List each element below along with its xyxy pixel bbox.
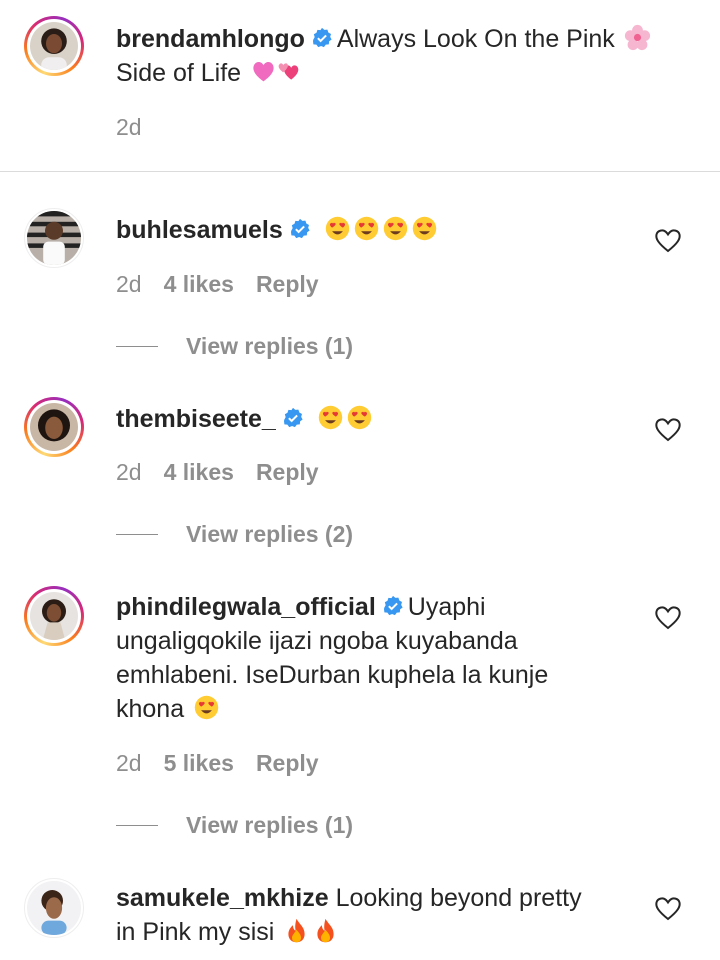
- like-heart-icon[interactable]: [654, 227, 682, 253]
- comment-likes[interactable]: 5 likes: [164, 750, 234, 777]
- avatar-phindilegwala[interactable]: [24, 586, 84, 646]
- comment-text: samukele_mkhize Looking beyond pretty in…: [116, 881, 636, 949]
- comment-body-line2: in Pink my sisi: [116, 918, 275, 946]
- view-replies-button[interactable]: View replies (2): [116, 521, 353, 548]
- avatar-brendamhlongo[interactable]: [24, 16, 84, 76]
- comment-text: phindilegwala_official Uyaphi ungaligqoki…: [116, 590, 636, 726]
- comment-body-line3: emhlabeni. IseDurban kuphela la kunje: [116, 661, 549, 689]
- verified-badge-icon: [282, 407, 304, 429]
- view-replies-label: View replies (2): [186, 521, 354, 547]
- view-replies-label: View replies (1): [186, 812, 354, 838]
- revolving-hearts-icon: [275, 58, 302, 85]
- view-replies-button[interactable]: View replies (1): [116, 812, 353, 839]
- caption-body: Always Look On the Pink: [336, 25, 615, 53]
- like-heart-icon[interactable]: [654, 604, 682, 630]
- comment-username[interactable]: phindilegwala_official: [116, 593, 376, 621]
- caption-username[interactable]: brendamhlongo: [116, 25, 305, 53]
- reply-button[interactable]: Reply: [256, 750, 319, 777]
- comment-body-line2: ungaligqokile ijazi ngoba kuyabanda: [116, 627, 518, 655]
- comment-text: buhlesamuels: [116, 213, 636, 247]
- comment-username[interactable]: buhlesamuels: [116, 216, 283, 244]
- comment-likes[interactable]: 4 likes: [164, 271, 234, 298]
- replies-line: [116, 534, 158, 535]
- view-replies-button[interactable]: View replies (1): [116, 333, 353, 360]
- verified-badge-icon: [382, 595, 404, 617]
- comment-time: 2d: [116, 459, 142, 485]
- comment-time: 2d: [116, 750, 142, 776]
- heart-eyes-icon: [353, 215, 380, 242]
- like-heart-icon[interactable]: [654, 416, 682, 442]
- comment-body: Looking beyond pretty: [335, 884, 582, 912]
- view-replies-label: View replies (1): [186, 333, 354, 359]
- comment-time: 2d: [116, 271, 142, 297]
- comment-body-line4: khona: [116, 695, 185, 723]
- profile-photo: [30, 22, 78, 70]
- caption-meta: 2d: [116, 114, 142, 141]
- profile-photo: [30, 592, 78, 640]
- replies-line: [116, 825, 158, 826]
- caption-divider: [0, 171, 720, 172]
- heart-eyes-icon: [317, 404, 344, 431]
- reply-button[interactable]: Reply: [256, 271, 319, 298]
- comment-username[interactable]: samukele_mkhize: [116, 884, 329, 912]
- heart-eyes-icon: [411, 215, 438, 242]
- reply-button[interactable]: Reply: [256, 459, 319, 486]
- caption-text: brendamhlongo Always Look On the Pink Sid…: [116, 22, 696, 90]
- comment-meta: 2d 4 likes Reply: [116, 459, 319, 486]
- comment-body: Uyaphi: [407, 593, 486, 621]
- avatar-samukele-mkhize[interactable]: [24, 878, 84, 938]
- verified-badge-icon: [289, 218, 311, 240]
- avatar-buhlesamuels[interactable]: [24, 208, 84, 268]
- comment-meta: 2d 5 likes Reply: [116, 750, 319, 777]
- heart-eyes-icon: [382, 215, 409, 242]
- replies-line: [116, 346, 158, 347]
- profile-photo: [27, 211, 81, 265]
- comment-text: thembiseete_: [116, 402, 636, 436]
- fire-icon: [283, 917, 310, 944]
- caption-body-line2: Side of Life: [116, 59, 242, 87]
- cherry-blossom-icon: [624, 24, 651, 51]
- verified-badge-icon: [311, 27, 333, 49]
- fire-icon: [312, 917, 339, 944]
- heart-eyes-icon: [346, 404, 373, 431]
- heart-eyes-icon: [193, 694, 220, 721]
- avatar-thembiseete[interactable]: [24, 397, 84, 457]
- caption-time: 2d: [116, 114, 142, 140]
- heart-eyes-icon: [324, 215, 351, 242]
- profile-photo: [27, 881, 81, 935]
- comment-meta: 2d 4 likes Reply: [116, 271, 319, 298]
- pink-heart-icon: [250, 58, 277, 85]
- comment-likes[interactable]: 4 likes: [164, 459, 234, 486]
- profile-photo: [30, 403, 78, 451]
- comment-username[interactable]: thembiseete_: [116, 405, 276, 433]
- like-heart-icon[interactable]: [654, 895, 682, 921]
